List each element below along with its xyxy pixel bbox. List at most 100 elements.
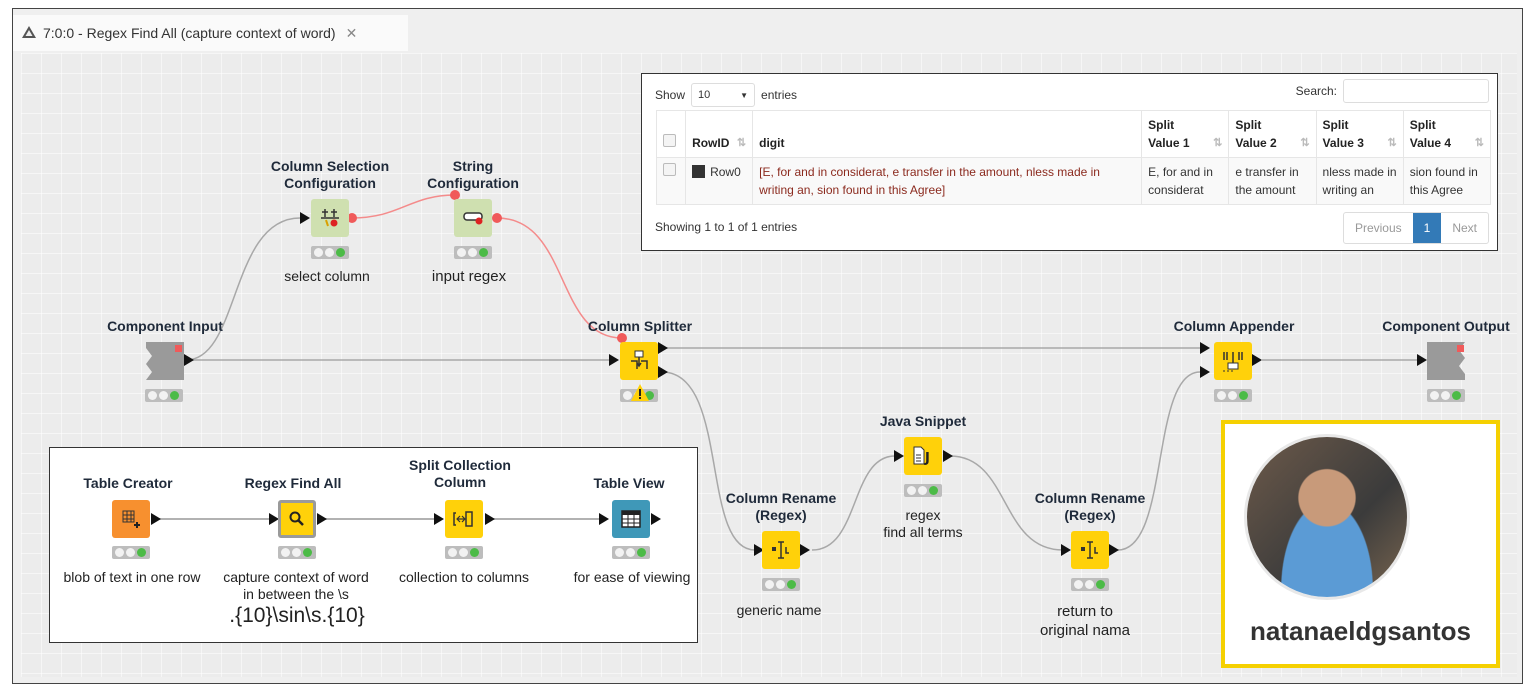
search-label: Search:: [1295, 84, 1337, 98]
node-status-indicator: [612, 546, 650, 559]
java-snippet-icon: J: [904, 437, 942, 475]
node-title-table-creator: Table Creator: [83, 475, 173, 491]
node-status-indicator: [145, 389, 183, 402]
node-status-indicator: [1214, 389, 1252, 402]
page-1-button[interactable]: 1: [1412, 213, 1442, 243]
node-column-selection-configuration[interactable]: [311, 199, 349, 237]
tab-workflow[interactable]: 7:0:0 - Regex Find All (capture context …: [13, 15, 408, 51]
node-label-regex-find-all: capture context of word in between the \s: [223, 569, 369, 602]
pagination: Previous 1 Next: [1342, 212, 1489, 244]
table-creator-icon: [112, 500, 150, 538]
profile-username: natanaeldgsantos: [1249, 616, 1472, 646]
row-checkbox[interactable]: [663, 163, 676, 176]
node-table-view[interactable]: [612, 500, 650, 538]
node-title-column-selection: Column Selection Configuration: [270, 158, 390, 191]
svg-text:J: J: [924, 451, 930, 466]
sort-icon[interactable]: ⇅: [1213, 134, 1222, 152]
node-string-configuration[interactable]: [454, 199, 492, 237]
node-status-indicator: [904, 484, 942, 497]
workflow-annotation[interactable]: Table Creator blob of text in one row Re…: [49, 447, 698, 643]
node-status-indicator: [112, 546, 150, 559]
node-column-rename-regex-1[interactable]: [762, 531, 800, 569]
column-header-digit[interactable]: digit: [752, 110, 1143, 158]
column-splitter-icon: [620, 342, 658, 380]
warning-icon[interactable]: [630, 383, 650, 408]
column-header-split-value-2[interactable]: Split Value 2 ⇅: [1228, 110, 1317, 158]
chevron-down-icon: ▼: [740, 90, 749, 100]
table-row[interactable]: Row0 [E, for and in considerat, e transf…: [655, 157, 1492, 205]
column-header-split-value-3[interactable]: Split Value 3 ⇅: [1315, 110, 1404, 158]
table-header-row: RowID ⇅ digit Split Value 1 ⇅ Split Value 2…: [655, 110, 1492, 158]
node-component-input[interactable]: [146, 342, 184, 380]
previous-button[interactable]: Previous: [1344, 213, 1413, 243]
node-title-column-rename-1: Column Rename (Regex): [725, 490, 837, 523]
node-title-component-input: Component Input: [107, 318, 223, 334]
sort-icon[interactable]: ⇅: [1300, 134, 1309, 152]
node-label-return-to-original: return to original nama: [1039, 603, 1131, 639]
node-title-table-view: Table View: [593, 475, 665, 491]
node-status-indicator: [1427, 389, 1465, 402]
row-checkbox-cell[interactable]: [655, 157, 687, 205]
regex-pattern-text: .{10}\sin\s.{10}: [229, 604, 365, 627]
node-status-indicator: [311, 246, 349, 259]
node-column-splitter[interactable]: [620, 342, 658, 380]
component-input-icon: [146, 342, 184, 380]
node-title-component-output: Component Output: [1382, 318, 1510, 334]
show-label: Show: [655, 88, 686, 102]
node-label-java-snippet: regex find all terms: [883, 507, 963, 540]
node-label-split-collection: collection to columns: [399, 569, 529, 585]
column-header-rowid[interactable]: RowID ⇅: [685, 110, 754, 158]
node-regex-find-all[interactable]: [278, 500, 316, 538]
select-all-checkbox[interactable]: [663, 134, 676, 147]
node-status-indicator: [278, 546, 316, 559]
node-title-java-snippet: Java Snippet: [879, 413, 967, 429]
node-java-snippet[interactable]: J: [904, 437, 942, 475]
column-header-split-value-1[interactable]: Split Value 1 ⇅: [1141, 110, 1230, 158]
sort-icon[interactable]: ⇅: [1388, 134, 1397, 152]
tab-bar: 7:0:0 - Regex Find All (capture context …: [13, 9, 1522, 51]
next-button[interactable]: Next: [1441, 213, 1488, 243]
node-label-select-column: select column: [284, 268, 370, 284]
entries-label: entries: [761, 88, 798, 102]
node-label-table-creator: blob of text in one row: [63, 569, 201, 585]
warning-triangle-icon: [21, 25, 37, 42]
column-rename-icon: [762, 531, 800, 569]
sort-icon[interactable]: ⇅: [737, 134, 746, 152]
node-title-column-appender: Column Appender: [1173, 318, 1295, 334]
data-table: RowID ⇅ digit Split Value 1 ⇅ Split Value 2…: [655, 110, 1492, 205]
node-column-appender[interactable]: [1214, 342, 1252, 380]
table-view-icon: [612, 500, 650, 538]
table-info: Showing 1 to 1 of 1 entries: [655, 220, 798, 234]
node-component-output[interactable]: [1427, 342, 1465, 380]
table-view-panel: Show 10 ▼ entries Search: RowID ⇅ digit S…: [641, 73, 1498, 251]
cell-split-value-4: sion found in this Agree: [1402, 157, 1492, 205]
close-icon[interactable]: ✕: [346, 25, 358, 42]
entries-select[interactable]: 10 ▼: [691, 83, 756, 107]
column-header-split-value-4[interactable]: Split Value 4 ⇅: [1402, 110, 1492, 158]
row-color-swatch: [692, 165, 706, 178]
node-column-rename-regex-2[interactable]: [1071, 531, 1109, 569]
search-control: Search:: [1296, 79, 1489, 103]
node-title-regex-find-all: Regex Find All: [244, 475, 342, 491]
node-table-creator[interactable]: [112, 500, 150, 538]
sort-icon[interactable]: ⇅: [1475, 134, 1484, 152]
node-label-table-view: for ease of viewing: [573, 569, 691, 585]
avatar: [1247, 437, 1407, 597]
node-status-indicator: [762, 578, 800, 591]
search-input[interactable]: [1343, 79, 1489, 103]
select-all-checkbox-cell[interactable]: [655, 110, 687, 158]
split-collection-icon: [445, 500, 483, 538]
node-title-column-splitter: Column Splitter: [587, 318, 693, 334]
node-label-input-regex: input regex: [431, 268, 507, 285]
magnifier-icon: [281, 503, 313, 535]
entries-length-control: Show 10 ▼ entries: [655, 83, 797, 107]
column-appender-icon: [1214, 342, 1252, 380]
column-rename-icon: [1071, 531, 1109, 569]
component-output-icon: [1427, 342, 1465, 380]
cell-split-value-3: nless made in writing an: [1315, 157, 1404, 205]
profile-card: natanaeldgsantos: [1221, 420, 1500, 668]
column-selection-icon: [311, 199, 349, 237]
node-split-collection-column[interactable]: [445, 500, 483, 538]
node-title-string-configuration: String Configuration: [427, 158, 519, 191]
node-title-split-collection-column: Split Collection Column: [409, 457, 511, 490]
